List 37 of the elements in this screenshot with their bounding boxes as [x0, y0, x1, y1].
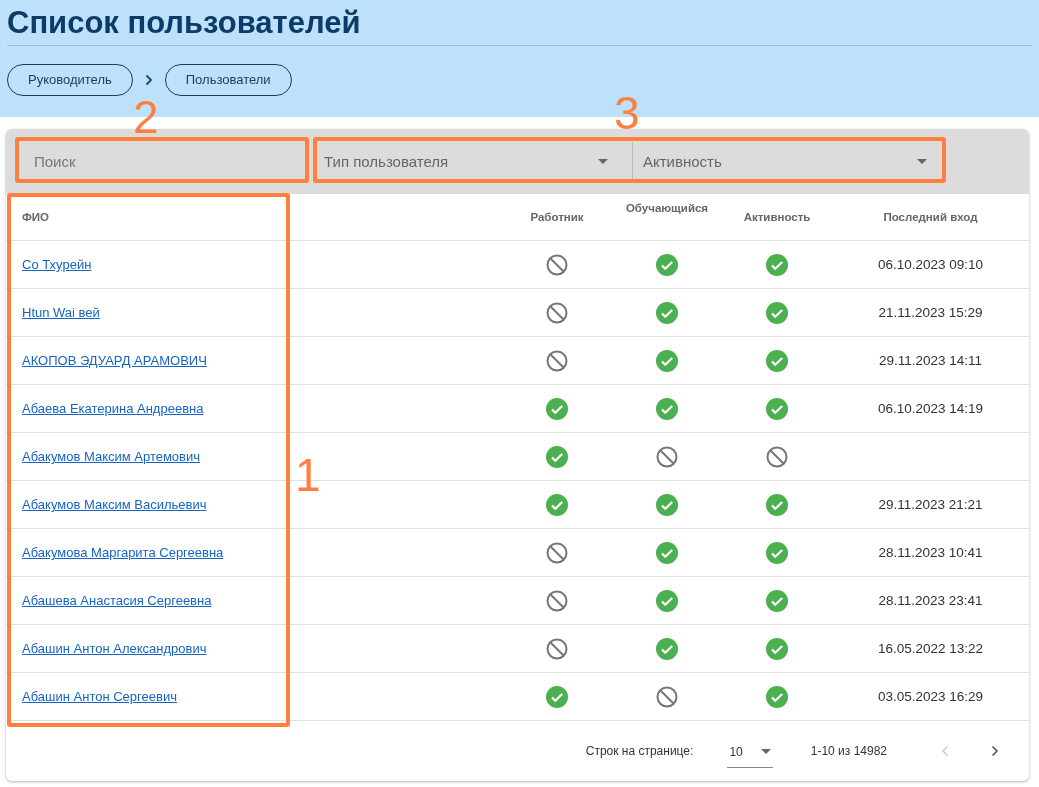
last-login-text: 21.11.2023 15:29: [878, 305, 983, 320]
column-header: ФИО: [22, 211, 50, 223]
caret-down-icon: [917, 158, 927, 164]
rows-per-page-select[interactable]: 10: [727, 738, 773, 768]
rows-per-page-label: Строк на странице:: [585, 744, 694, 758]
page-range-text: 1-10 из 14982: [810, 744, 887, 758]
last-login-text: 06.10.2023 09:10: [877, 257, 984, 272]
column-header: Обучающийся: [624, 201, 710, 214]
column-header: Последний вход: [882, 211, 979, 223]
column-header: Активность: [742, 211, 812, 223]
user-name-link[interactable]: Абашин Антон Александрович: [22, 641, 207, 656]
user-name-link[interactable]: Htun Wai вей: [22, 305, 100, 320]
user-name-link[interactable]: Абашин Антон Сергеевич: [22, 689, 177, 704]
annotation-number: 3: [614, 90, 640, 136]
chevron-right-icon: [144, 74, 153, 86]
user-name-link[interactable]: Абакумова Маргарита Сергеевна: [22, 545, 224, 560]
user-name-link[interactable]: Со Тхурейн: [22, 257, 92, 272]
annotation-number: 2: [133, 94, 159, 140]
chevron-left-icon: [941, 745, 949, 757]
page-title: Список пользователей: [7, 0, 1032, 46]
user-name-link[interactable]: Абакумов Максим Артемович: [22, 449, 201, 464]
column-header: Работник: [529, 211, 585, 223]
user-name-link[interactable]: Абакумов Максим Васильевич: [22, 497, 207, 512]
chevron-right-icon: [991, 745, 999, 757]
user-name-link[interactable]: Абаева Екатерина Андреевна: [22, 401, 204, 416]
caret-down-icon: [598, 158, 608, 164]
last-login-text: 29.11.2023 21:21: [878, 497, 983, 512]
last-login-text: 06.10.2023 14:19: [877, 401, 984, 416]
caret-down-icon: [760, 749, 771, 754]
last-login-text: 29.11.2023 14:11: [878, 353, 983, 368]
user-name-link[interactable]: АКОПОВ ЭДУАРД АРАМОВИЧ: [22, 353, 207, 368]
annotation-number: 1: [295, 452, 321, 498]
last-login-text: 28.11.2023 10:41: [878, 545, 983, 560]
last-login-text: 16.05.2022 13:22: [877, 641, 984, 656]
user-name-link[interactable]: Абашева Анастасия Сергеевна: [22, 593, 212, 608]
last-login-text: 28.11.2023 23:41: [878, 593, 983, 608]
last-login-text: 03.05.2023 16:29: [877, 689, 984, 704]
